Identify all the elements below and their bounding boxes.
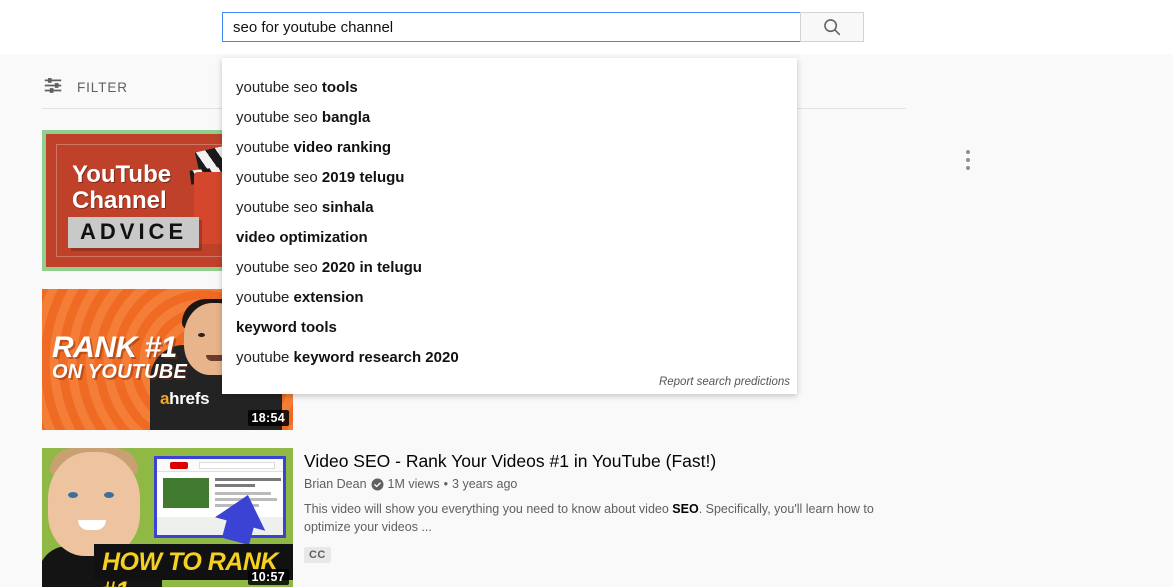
video-duration: 18:54 [248, 410, 289, 426]
search-suggestions-dropdown: youtube seo toolsyoutube seo banglayoutu… [222, 58, 797, 394]
person-eye [198, 333, 205, 337]
thumb-title-line3: ADVICE [68, 217, 199, 248]
search-input[interactable] [222, 12, 800, 42]
browser-thumb [163, 478, 209, 508]
suggestion-bold: sinhala [322, 199, 374, 216]
suggestion-list: youtube seo toolsyoutube seo banglayoutu… [222, 73, 797, 373]
verified-badge-icon [371, 478, 384, 491]
suggestion-bold: tools [322, 79, 358, 96]
suggestion-item[interactable]: youtube video ranking [222, 133, 797, 163]
cc-badge: CC [304, 547, 331, 563]
suggestion-bold: video optimization [236, 229, 368, 246]
suggestion-plain: youtube seo [236, 79, 322, 96]
video-description: This video will show you everything you … [304, 500, 904, 536]
view-count: 1M views [388, 477, 440, 491]
video-meta: Video SEO - Rank Your Videos #1 in YouTu… [293, 448, 942, 587]
suggestion-plain: youtube [236, 349, 294, 366]
cursor-arrow-icon [214, 490, 268, 544]
dot [966, 166, 970, 170]
search-header [0, 0, 1173, 54]
suggestion-bold: keyword tools [236, 319, 337, 336]
filter-label: FILTER [77, 80, 128, 95]
tune-icon [42, 74, 64, 101]
thumb-title-line2: ON YOUTUBE [52, 361, 187, 384]
suggestion-plain: youtube seo [236, 259, 322, 276]
suggestion-bold: keyword research 2020 [294, 349, 459, 366]
youtube-logo-icon [170, 462, 188, 469]
browser-search-field [199, 462, 275, 469]
search-button[interactable] [800, 12, 864, 42]
suggestion-item[interactable]: youtube seo 2020 in telugu [222, 253, 797, 283]
video-title[interactable]: Video SEO - Rank Your Videos #1 in YouTu… [304, 449, 942, 473]
suggestion-item[interactable]: youtube extension [222, 283, 797, 313]
video-subline: Brian Dean 1M views • 3 years ago [304, 477, 942, 491]
suggestion-bold: bangla [322, 109, 370, 126]
dot-separator: • [444, 477, 448, 491]
channel-name[interactable]: Brian Dean [304, 477, 367, 491]
suggestion-bold: 2019 telugu [322, 169, 405, 186]
video-duration: 10:57 [248, 569, 289, 585]
suggestion-item[interactable]: keyword tools [222, 313, 797, 343]
search-icon [821, 16, 843, 38]
suggestion-bold: video ranking [294, 139, 392, 156]
browser-text-line [215, 484, 255, 487]
upload-age: 3 years ago [452, 477, 517, 491]
suggestion-plain: youtube seo [236, 169, 322, 186]
video-thumbnail[interactable]: HOW TO RANK #1 10:57 [42, 448, 293, 587]
suggestion-item[interactable]: youtube seo 2019 telugu [222, 163, 797, 193]
suggestion-item[interactable]: youtube keyword research 2020 [222, 343, 797, 373]
person-eye [104, 492, 114, 498]
person-eye [68, 492, 78, 498]
suggestion-item[interactable]: video optimization [222, 223, 797, 253]
thumb-title-line1: YouTubeChannel [72, 162, 171, 214]
suggestion-plain: youtube seo [236, 199, 322, 216]
suggestion-item[interactable]: youtube seo tools [222, 73, 797, 103]
more-actions-menu[interactable] [954, 140, 982, 180]
suggestion-plain: youtube [236, 139, 294, 156]
report-search-predictions-link[interactable]: Report search predictions [659, 376, 790, 388]
search-bar [222, 12, 864, 42]
dot [966, 150, 970, 154]
dot [966, 158, 970, 162]
brand-text: ahrefs [160, 389, 209, 409]
filter-button[interactable]: FILTER [42, 74, 128, 101]
person-face [48, 452, 140, 556]
suggestion-plain: youtube seo [236, 109, 322, 126]
youtube-search-page: FILTER YouTubeChannel ADVICE [0, 0, 1173, 587]
browser-text-line [215, 478, 281, 481]
suggestion-plain: youtube [236, 289, 294, 306]
suggestion-bold: 2020 in telugu [322, 259, 422, 276]
suggestion-bold: extension [294, 289, 364, 306]
search-result-item[interactable]: HOW TO RANK #1 10:57 Video SEO - Rank Yo… [42, 448, 942, 587]
suggestion-item[interactable]: youtube seo bangla [222, 103, 797, 133]
suggestion-item[interactable]: youtube seo sinhala [222, 193, 797, 223]
thumb-title-line1: RANK #1 [52, 331, 177, 365]
